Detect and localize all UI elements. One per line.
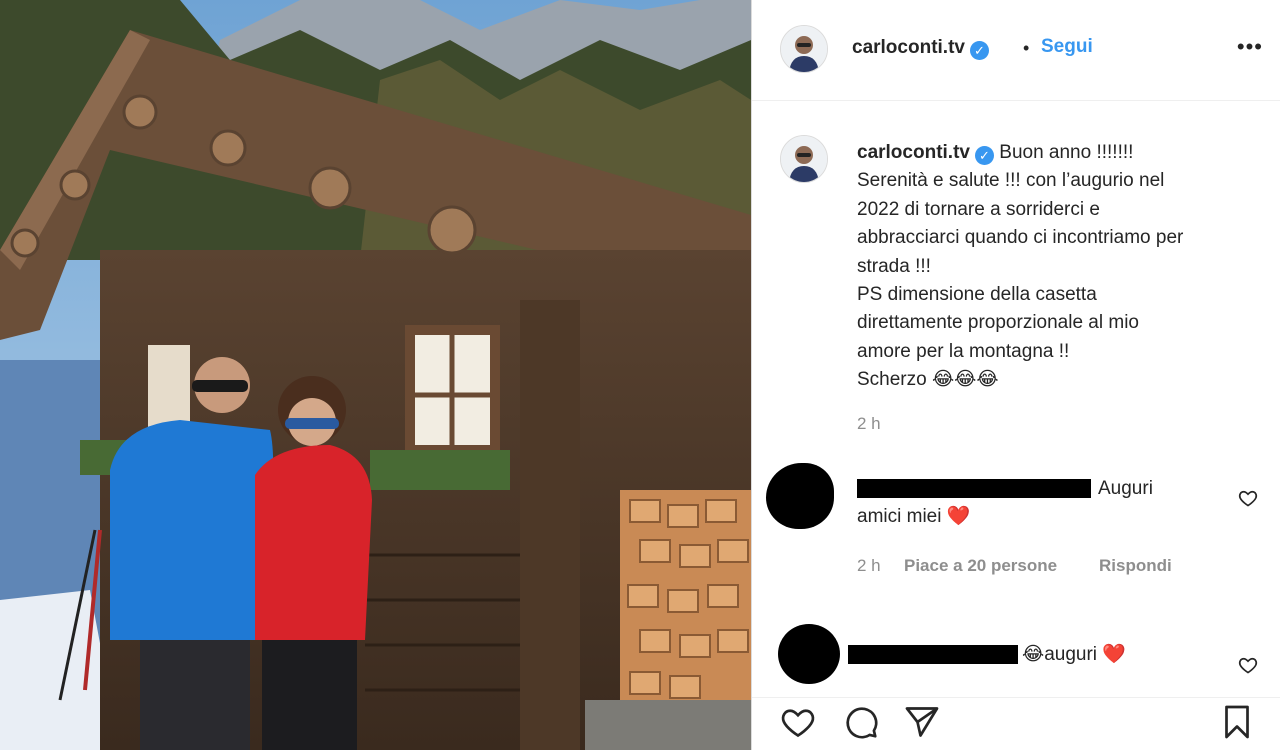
comment-like-heart-icon[interactable] <box>1238 655 1258 675</box>
post-sidebar: carloconti.tv ✓ • Segui ••• carloconti.tv… <box>751 0 1280 750</box>
comment-icon[interactable] <box>843 704 879 740</box>
caption-text-block: carloconti.tv ✓ Buon anno !!!!!!! Serenit… <box>857 139 1257 395</box>
comment-reply-button[interactable]: Rispondi <box>1099 556 1172 576</box>
comment-like-heart-icon[interactable] <box>1238 488 1258 508</box>
avatar-portrait-icon <box>781 26 827 72</box>
heart-icon[interactable] <box>780 704 816 740</box>
author-username-text: carloconti.tv <box>852 37 965 58</box>
commenter-name-redacted <box>848 645 1018 664</box>
send-icon[interactable] <box>904 704 940 740</box>
author-avatar[interactable] <box>780 25 828 73</box>
header-separator: • <box>1023 38 1030 58</box>
comment-text: 😂auguri ❤️ <box>1022 644 1126 665</box>
comment-likes-count[interactable]: Piace a 20 persone <box>904 556 1057 576</box>
post-photo-illustration <box>0 0 751 750</box>
commenter-name-redacted <box>857 479 1091 498</box>
caption-author-avatar[interactable] <box>780 135 828 183</box>
verified-badge-icon: ✓ <box>969 41 989 60</box>
more-options-icon[interactable]: ••• <box>1237 34 1263 60</box>
caption-author-username[interactable]: carloconti.tv <box>857 142 970 163</box>
post-action-bar <box>752 697 1280 750</box>
post-header: carloconti.tv ✓ • Segui ••• <box>752 0 1280 101</box>
comment-timestamp[interactable]: 2 h <box>857 556 881 576</box>
caption-timestamp[interactable]: 2 h <box>857 414 881 434</box>
comment-text-line2: amici miei ❤️ <box>857 506 971 527</box>
commenter-avatar-redacted[interactable] <box>778 624 840 684</box>
verified-badge-icon: ✓ <box>974 146 994 165</box>
follow-button[interactable]: Segui <box>1041 36 1093 58</box>
caption-body: Buon anno !!!!!!! Serenità e salute !!! … <box>857 142 1184 391</box>
post-photo[interactable] <box>0 0 751 750</box>
avatar-portrait-icon <box>781 136 827 182</box>
bookmark-icon[interactable] <box>1219 704 1255 740</box>
author-username[interactable]: carloconti.tv ✓ <box>852 37 989 60</box>
commenter-avatar-redacted[interactable] <box>766 463 834 529</box>
comment-text-line1: Auguri <box>1098 478 1153 499</box>
